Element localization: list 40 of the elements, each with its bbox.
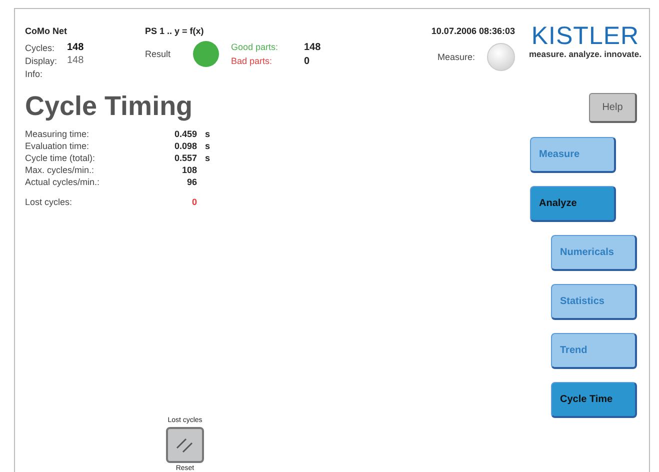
app-name: CoMo Net [25,26,68,36]
result-label: Result [145,49,172,59]
metric-value: 0 [190,197,197,207]
counter-label: Cycles: [25,42,56,52]
nav-button[interactable]: Statistics [551,284,637,320]
metric-value: 0.459 [173,129,197,139]
metric-value: 0.098 [173,141,197,151]
help-button[interactable]: Help [589,93,637,123]
parts-label: Good parts: [231,42,280,52]
counter-value: 148 [67,55,84,66]
metric-label: Max. cycles/min.: [25,165,96,175]
metric-label: Evaluation time: [25,141,90,151]
nav-button[interactable]: Measure [530,137,616,173]
logo: KISTLER [531,23,640,49]
nav-button[interactable]: Numericals [551,235,637,271]
metric-label: Actual cycles/min.: [25,177,101,187]
metric-label: Lost cycles: [25,197,74,207]
counter-label: Display: [25,56,58,66]
metric-label: Cycle time (total): [25,153,96,163]
metric-unit: s [205,141,210,151]
parts-count: 0 [304,56,310,66]
measure-label: Measure: [437,52,475,62]
counter-label: Info: [25,68,44,78]
metric-unit: s [205,129,210,139]
reset-button[interactable] [166,427,204,463]
metric-value: 96 [186,177,197,187]
parts-label: Bad parts: [231,56,274,66]
metric-value: 0.557 [173,153,197,163]
page-title: Cycle Timing [25,91,194,122]
parts-count: 148 [304,42,321,52]
logo-slogan: measure. analyze. innovate. [529,49,642,59]
nav-button[interactable]: Cycle Time [551,382,637,418]
metric-unit: s [205,153,210,163]
counter-value: 148 [67,42,84,53]
nav-button[interactable]: Trend [551,333,637,369]
program-name: PS 1 .. y = f(x) [145,26,205,36]
metric-label: Measuring time: [25,129,90,139]
date-time: 10.07.2006 08:36:03 [431,26,515,36]
nav-button[interactable]: Analyze [530,186,616,222]
metric-value: 108 [180,165,197,175]
